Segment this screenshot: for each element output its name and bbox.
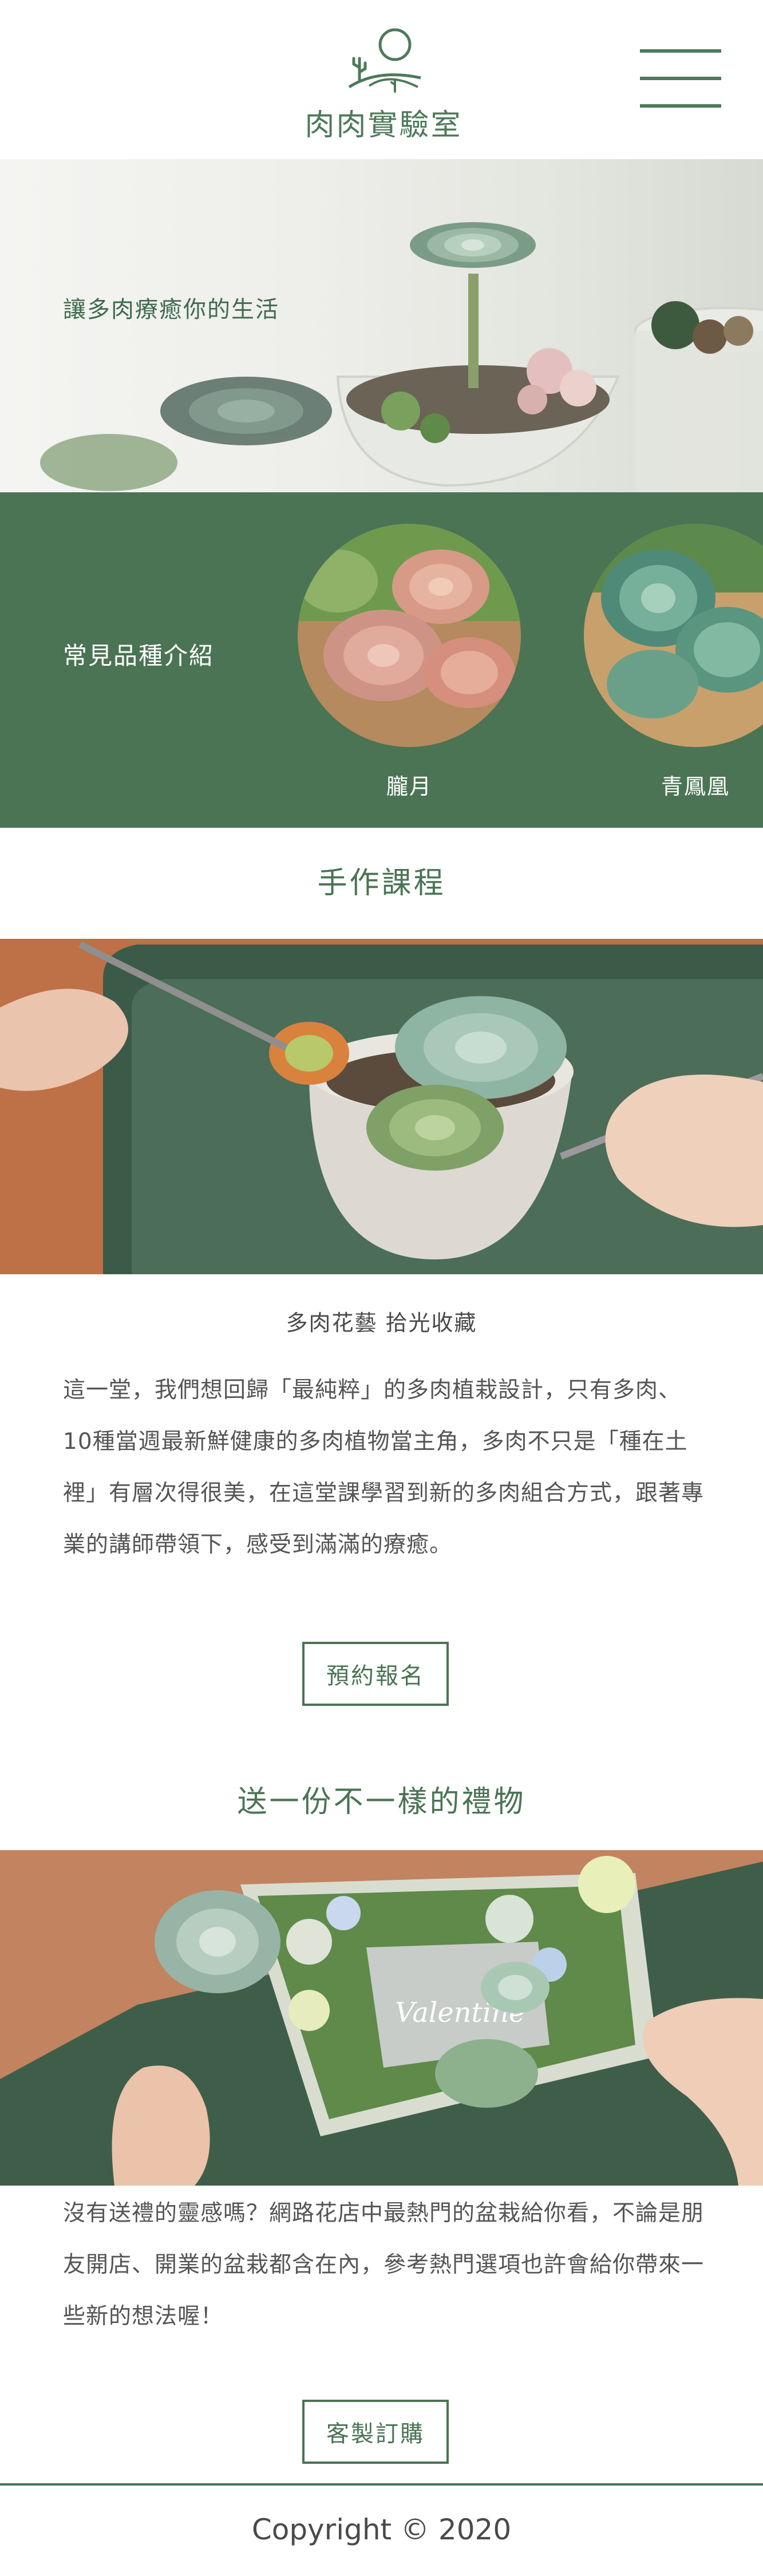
- copyright-text: Copyright © 2020: [251, 2513, 512, 2546]
- workshop-title: 手作課程: [317, 866, 446, 900]
- hero-succulent-image: [40, 222, 763, 492]
- book-course-button[interactable]: 預約報名: [302, 1642, 449, 1706]
- plant-photo: [298, 524, 521, 747]
- plant-name: 青鳳凰: [661, 774, 730, 799]
- gift-photo: Valentine: [0, 1850, 763, 2186]
- workshop-subtitle: 多肉花藝 拾光收藏: [286, 1310, 477, 1336]
- menu-line: [640, 104, 721, 108]
- logo-text: 肉肉實驗室: [305, 108, 462, 143]
- custom-order-button[interactable]: 客製訂購: [302, 2400, 449, 2464]
- species-section: 常見品種介紹 朧月 青鳳凰: [0, 492, 763, 828]
- gift-description: 沒有送禮的靈感嗎？網路花店中最熱門的盆栽給你看，不論是朋友開店、開業的盆栽都含在…: [63, 2200, 705, 2329]
- species-card-phoenix[interactable]: 青鳳凰: [584, 524, 763, 800]
- plant-name: 朧月: [386, 774, 432, 799]
- footer-divider: [0, 2483, 763, 2486]
- site-header: 肉肉實驗室: [0, 0, 763, 159]
- hamburger-menu-icon[interactable]: [640, 49, 721, 112]
- hero-banner: 讓多肉療癒你的生活: [0, 159, 763, 492]
- species-card-lunar[interactable]: 朧月: [298, 524, 521, 800]
- menu-line: [640, 77, 721, 80]
- hero-tagline: 讓多肉療癒你的生活: [63, 297, 279, 323]
- site-logo[interactable]: 肉肉實驗室: [298, 23, 469, 149]
- workshop-photo: [0, 939, 763, 1274]
- workshop-description: 這一堂，我們想回歸「最純粹」的多肉植栽設計，只有多肉、10種當週最新鮮健康的多肉…: [63, 1377, 705, 1558]
- species-title: 常見品種介紹: [63, 642, 215, 670]
- gift-title: 送一份不一樣的禮物: [237, 1785, 526, 1819]
- succulent-sun-hill-icon: [348, 28, 421, 93]
- plant-photo: [584, 524, 763, 747]
- menu-line: [640, 49, 721, 53]
